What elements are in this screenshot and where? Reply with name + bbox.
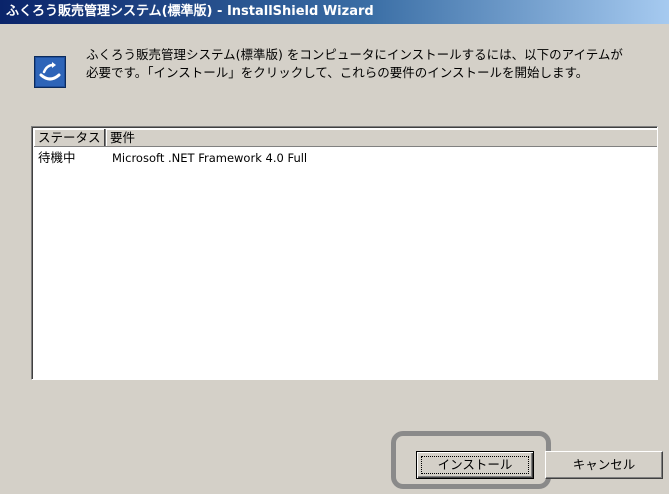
install-button-label: インストール	[437, 457, 513, 472]
item-status: 待機中	[38, 150, 76, 165]
item-requirement: Microsoft .NET Framework 4.0 Full	[112, 151, 308, 165]
column-header-status[interactable]: ステータス	[34, 129, 106, 146]
message-line-1: ふくろう販売管理システム(標準版) をコンピュータにインストールするには、以下の…	[86, 47, 623, 62]
requirements-list[interactable]: ステータス 要件 待機中 Microsoft .NET Framework 4.…	[31, 126, 658, 380]
install-button[interactable]: インストール	[416, 451, 534, 479]
list-header: ステータス 要件	[34, 129, 657, 147]
title-bar[interactable]: ふくろう販売管理システム(標準版) - InstallShield Wizard	[0, 0, 669, 24]
installer-dialog: ふくろう販売管理システム(標準版) - InstallShield Wizard…	[0, 0, 669, 494]
list-item[interactable]: 待機中 Microsoft .NET Framework 4.0 Full	[34, 149, 657, 167]
installshield-icon	[34, 56, 66, 88]
cancel-button-label: キャンセル	[572, 457, 636, 472]
window-title: ふくろう販売管理システム(標準版) - InstallShield Wizard	[6, 4, 374, 19]
column-header-requirement[interactable]: 要件	[106, 129, 657, 146]
requirements-message: ふくろう販売管理システム(標準版) をコンピュータにインストールするには、以下の…	[86, 46, 658, 82]
message-line-2: 必要です。「インストール」をクリックして、これらの要件のインストールを開始します…	[86, 65, 589, 80]
cancel-button[interactable]: キャンセル	[545, 451, 663, 479]
